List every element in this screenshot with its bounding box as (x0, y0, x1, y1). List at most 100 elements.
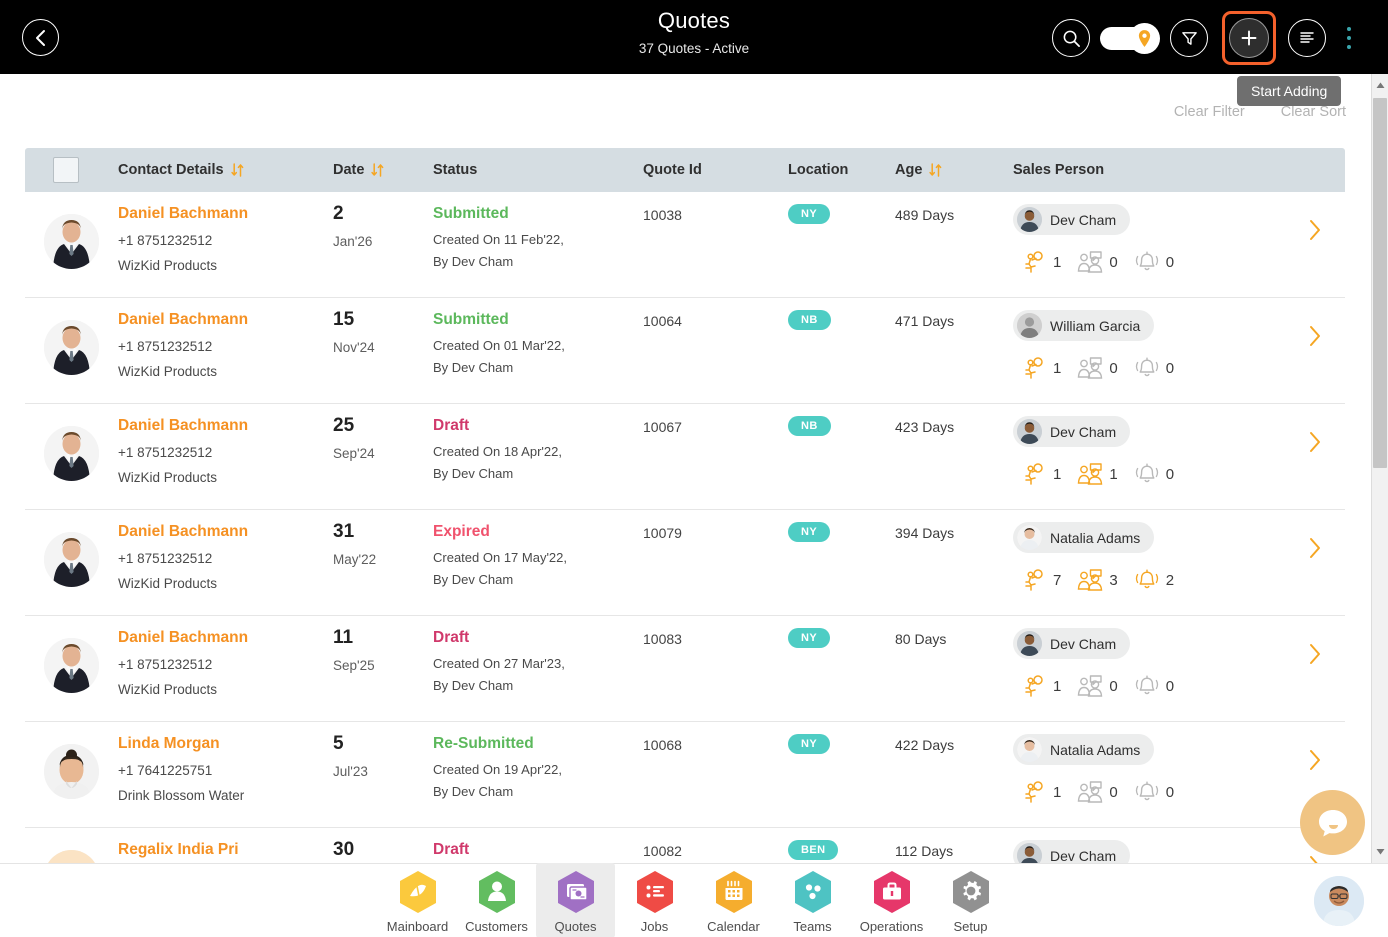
chat-support-button[interactable] (1300, 790, 1365, 855)
contact-avatar (44, 214, 99, 269)
row-expand-button[interactable] (1285, 204, 1345, 242)
nav-item-quotes[interactable]: Quotes (536, 863, 615, 937)
sales-person-chip[interactable]: Dev Cham (1013, 628, 1131, 659)
sales-person-name: Natalia Adams (1050, 741, 1141, 758)
counter-group[interactable]: 7 (1023, 569, 1061, 591)
clear-filter-link[interactable]: Clear Filter (1174, 104, 1245, 120)
counter-group[interactable]: 1 (1023, 251, 1061, 273)
table-row[interactable]: Daniel Bachmann +1 8751232512 WizKid Pro… (25, 404, 1345, 510)
counter-group[interactable]: 0 (1134, 463, 1174, 485)
contact-name[interactable]: Daniel Bachmann (118, 416, 333, 437)
header-date[interactable]: Date (333, 162, 433, 178)
table-row[interactable]: Daniel Bachmann +1 8751232512 WizKid Pro… (25, 616, 1345, 722)
counter-group[interactable]: 1 (1023, 357, 1061, 379)
nav-item-customers[interactable]: Customers (457, 863, 536, 937)
contact-name[interactable]: Regalix India Pri (118, 840, 333, 861)
scrollbar-thumb[interactable] (1373, 98, 1387, 468)
sales-person-chip[interactable]: Dev Cham (1013, 204, 1131, 235)
contact-name[interactable]: Linda Morgan (118, 734, 333, 755)
nav-item-operations[interactable]: Operations (852, 863, 931, 937)
contact-name[interactable]: Daniel Bachmann (118, 522, 333, 543)
nav-item-calendar[interactable]: Calendar (694, 863, 773, 937)
sales-person-avatar (1017, 631, 1042, 656)
counter-group[interactable]: 3 (1077, 569, 1118, 591)
counter-group[interactable]: 0 (1134, 251, 1174, 273)
table-row[interactable]: Linda Morgan +1 7641225751 Drink Blossom… (25, 722, 1345, 828)
row-expand-button[interactable] (1285, 628, 1345, 666)
scroll-down-button[interactable] (1372, 843, 1388, 860)
row-avatar-cell (25, 628, 118, 693)
status-cell: Expired Created On 17 May'22, By Dev Cha… (433, 522, 643, 590)
table-row[interactable]: Daniel Bachmann +1 8751232512 WizKid Pro… (25, 510, 1345, 616)
counter-group[interactable]: 1 (1023, 463, 1061, 485)
quote-id-value: 10079 (643, 525, 682, 541)
row-avatar-cell (25, 310, 118, 375)
add-button-highlight[interactable] (1222, 11, 1276, 65)
row-expand-button[interactable] (1285, 734, 1345, 772)
clear-sort-link[interactable]: Clear Sort (1281, 104, 1346, 120)
header-status[interactable]: Status (433, 162, 643, 178)
add-quote-button[interactable] (1229, 18, 1269, 58)
contact-company: WizKid Products (118, 364, 218, 380)
user-avatar (1314, 876, 1364, 926)
counter-group[interactable]: 1 (1077, 463, 1118, 485)
row-expand-button[interactable] (1285, 522, 1345, 560)
sales-person-chip[interactable]: William Garcia (1013, 310, 1155, 341)
header-age[interactable]: Age (895, 162, 1013, 178)
counter-group[interactable]: 1 (1023, 781, 1061, 803)
counter-group[interactable]: 0 (1134, 781, 1174, 803)
counter-group[interactable]: 1 (1023, 675, 1061, 697)
chevron-right-icon (1310, 750, 1320, 770)
counter-group[interactable]: 2 (1134, 569, 1174, 591)
bell-alert-icon (1135, 463, 1158, 483)
sort-toggle-icon (230, 163, 243, 177)
scroll-up-button[interactable] (1372, 77, 1388, 94)
meeting-people-icon (1078, 357, 1103, 379)
counter-group[interactable]: 0 (1077, 781, 1118, 803)
sales-person-chip[interactable]: Natalia Adams (1013, 522, 1155, 553)
user-profile-avatar[interactable] (1314, 876, 1364, 926)
location-toggle[interactable] (1100, 22, 1160, 54)
header-sales-person[interactable]: Sales Person (1013, 162, 1285, 178)
top-actions (1052, 11, 1360, 65)
more-options-button[interactable] (1338, 19, 1360, 57)
counter-group[interactable]: 0 (1077, 675, 1118, 697)
select-all-checkbox[interactable] (53, 157, 79, 183)
teams-icon (794, 871, 831, 913)
nav-item-jobs[interactable]: Jobs (615, 863, 694, 937)
counter-group[interactable]: 0 (1134, 357, 1174, 379)
counter-group[interactable]: 0 (1077, 357, 1118, 379)
date-cell: 15 Nov'24 (333, 309, 433, 355)
back-button[interactable] (22, 19, 59, 56)
table-row[interactable]: Daniel Bachmann +1 8751232512 WizKid Pro… (25, 298, 1345, 404)
contact-name[interactable]: Daniel Bachmann (118, 310, 333, 331)
bell-alert-icon (1135, 675, 1158, 695)
list-view-button[interactable] (1288, 19, 1326, 57)
header-contact-details[interactable]: Contact Details (118, 162, 333, 178)
filter-button[interactable] (1170, 19, 1208, 57)
contact-phone: +1 8751232512 (118, 444, 213, 460)
header-location[interactable]: Location (788, 162, 895, 178)
vertical-scrollbar[interactable] (1371, 74, 1388, 863)
status-label: Draft (433, 417, 470, 434)
counter-value: 0 (1165, 253, 1175, 271)
header-quote-id[interactable]: Quote Id (643, 162, 788, 178)
activity-person-icon (1025, 357, 1043, 379)
contact-name[interactable]: Daniel Bachmann (118, 628, 333, 649)
sales-person-chip[interactable]: Dev Cham (1013, 416, 1131, 447)
counter-group[interactable]: 0 (1134, 675, 1174, 697)
counter-value: 1 (1053, 783, 1062, 801)
nav-item-mainboard[interactable]: Mainboard (378, 863, 457, 937)
row-expand-button[interactable] (1285, 416, 1345, 454)
search-button[interactable] (1052, 19, 1090, 57)
row-expand-button[interactable] (1285, 310, 1345, 348)
counter-group[interactable]: 0 (1077, 251, 1118, 273)
funnel-icon (1181, 31, 1197, 45)
contact-name[interactable]: Daniel Bachmann (118, 204, 333, 225)
nav-item-setup[interactable]: Setup (931, 863, 1010, 937)
nav-item-teams[interactable]: Teams (773, 863, 852, 937)
status-created-on: Created On 18 Apr'22, (433, 444, 562, 460)
sales-person-name: William Garcia (1050, 317, 1141, 334)
sales-person-chip[interactable]: Natalia Adams (1013, 734, 1155, 765)
table-row[interactable]: Daniel Bachmann +1 8751232512 WizKid Pro… (25, 192, 1345, 298)
